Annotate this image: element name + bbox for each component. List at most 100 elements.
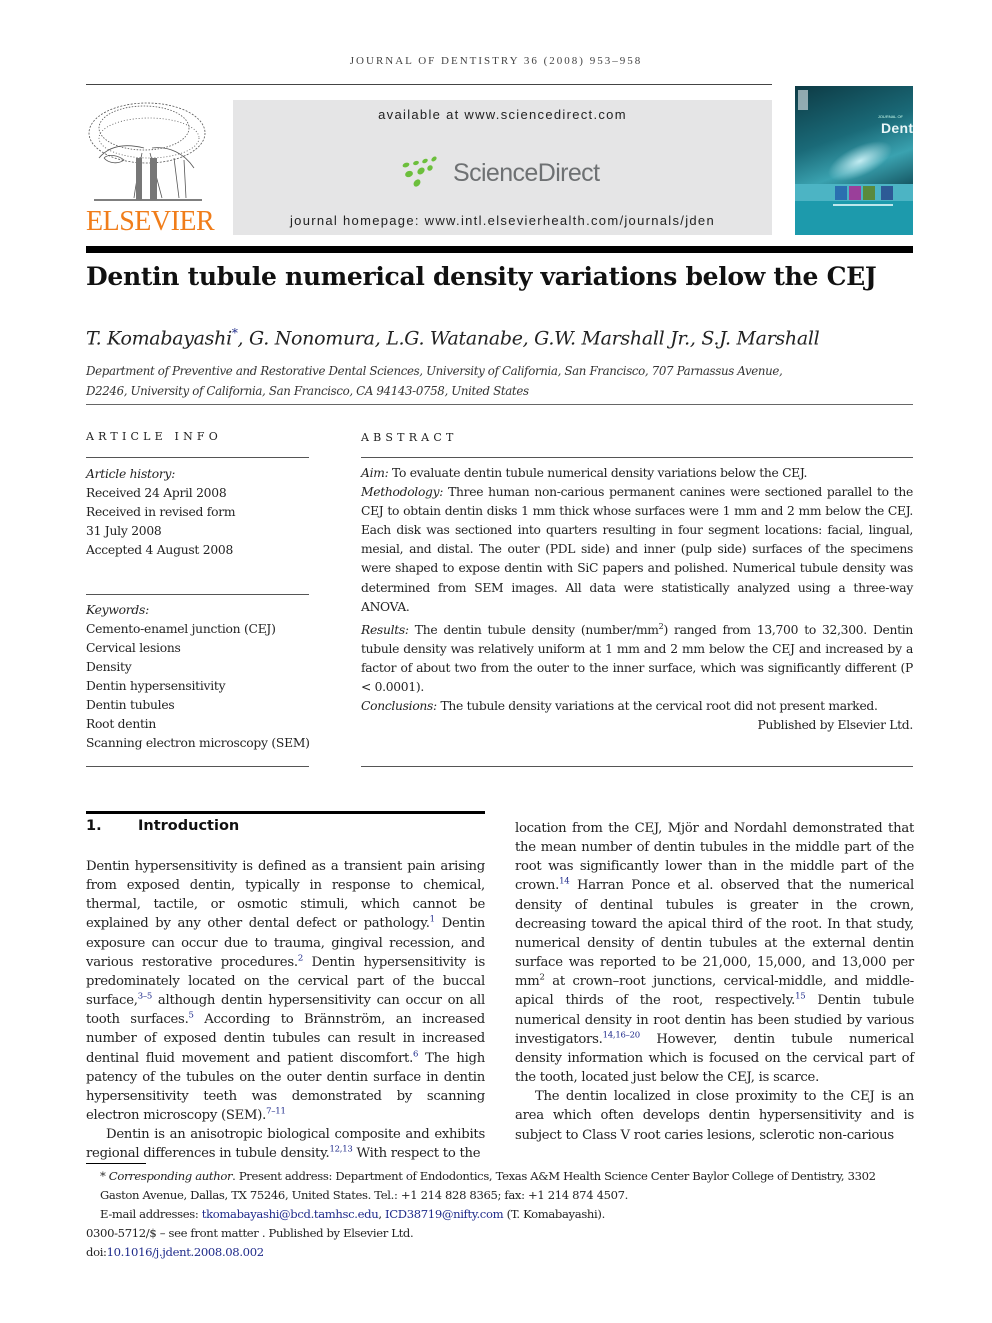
corresponding-author-note: * Corresponding author. Present address:… xyxy=(86,1167,914,1205)
cover-bottom xyxy=(795,201,913,235)
section-title: Introduction xyxy=(138,818,240,834)
abstract-label: Results: xyxy=(361,622,409,637)
section-rule xyxy=(86,811,485,814)
body-column-right: location from the CEJ, Mjör and Nordahl … xyxy=(515,819,914,1145)
sciencedirect-wordmark: ScienceDirect xyxy=(453,159,600,187)
history-item: Received in revised form xyxy=(86,505,236,519)
abstract-bottom-rule xyxy=(361,766,913,767)
copyright-line: 0300-5712/$ – see front matter . Publish… xyxy=(86,1226,414,1240)
text-run: Harran Ponce et al. observed that the nu… xyxy=(515,878,914,990)
cover-subtitle: JOURNAL OF xyxy=(877,114,903,119)
section-heading: 1. Introduction xyxy=(86,818,239,834)
cover-bottom-text xyxy=(833,204,893,206)
header-thick-rule xyxy=(86,246,913,253)
keyword-item: Cemento-enamel junction (CEJ) xyxy=(86,622,276,636)
sciencedirect-logo[interactable]: ScienceDirect xyxy=(399,155,609,195)
separator: , xyxy=(378,1207,386,1221)
abstract-label: Methodology: xyxy=(361,485,444,500)
publisher-note: Published by Elsevier Ltd. xyxy=(757,718,914,733)
history-label: Article history: xyxy=(86,467,176,481)
abstract-text: The tubule density variations at the cer… xyxy=(436,699,878,714)
cover-title: Dentistry xyxy=(881,120,913,136)
doi-label: doi: xyxy=(86,1245,107,1259)
abstract-text: Three human non-carious permanent canine… xyxy=(361,485,913,614)
email-note: E-mail addresses: tkomabayashi@bcd.tamhs… xyxy=(86,1205,914,1224)
elsevier-wordmark: ELSEVIER xyxy=(86,206,215,237)
journal-homepage-link[interactable]: journal homepage: www.intl.elsevierhealt… xyxy=(233,213,772,228)
citation-link[interactable]: 14 xyxy=(559,877,570,887)
keywords: Keywords: Cemento-enamel junction (CEJ) … xyxy=(86,601,310,753)
abstract-heading: ABSTRACT xyxy=(361,431,458,444)
text-run: Dentin hypersensitivity is defined as a … xyxy=(86,859,485,932)
abstract-aim: Aim: To evaluate dentin tubule numerical… xyxy=(361,464,913,483)
keyword-item: Dentin hypersensitivity xyxy=(86,679,226,693)
doi-line: doi:10.1016/j.jdent.2008.08.002 xyxy=(86,1243,914,1262)
cover-thumbnail xyxy=(881,186,893,200)
keyword-item: Density xyxy=(86,660,132,674)
journal-cover-image[interactable]: JOURNAL OF Dentistry xyxy=(795,86,913,235)
citation-link[interactable]: 14,16–20 xyxy=(603,1030,641,1040)
keywords-rule xyxy=(86,594,309,595)
paragraph: The dentin localized in close proximity … xyxy=(515,1089,914,1143)
author-first: T. Komabayashi xyxy=(86,327,232,350)
sciencedirect-dots-icon xyxy=(402,156,437,187)
affiliation: Department of Preventive and Restorative… xyxy=(86,361,846,401)
keyword-item: Scanning electron microscopy (SEM) xyxy=(86,736,310,750)
email-label: E-mail addresses: xyxy=(100,1207,202,1221)
affiliation-rule xyxy=(86,404,913,405)
article-info-heading: ARTICLE INFO xyxy=(86,430,222,443)
sciencedirect-banner: available at www.sciencedirect.com Scien… xyxy=(233,100,772,235)
footnote-mark: * xyxy=(100,1169,106,1183)
paragraph: Dentin hypersensitivity is defined as a … xyxy=(86,857,485,1125)
keywords-label: Keywords: xyxy=(86,603,149,617)
paragraph: Dentin is an anisotropic biological comp… xyxy=(86,1125,485,1163)
citation-link[interactable]: 15 xyxy=(795,992,806,1002)
header-rule xyxy=(86,84,772,85)
abstract-label: Conclusions: xyxy=(361,699,437,714)
keyword-item: Dentin tubules xyxy=(86,698,175,712)
abstract-results: Results: The dentin tubule density (numb… xyxy=(361,617,913,697)
body-column-left: Dentin hypersensitivity is defined as a … xyxy=(86,857,485,1164)
cover-publisher-stamp xyxy=(798,90,808,110)
abstract-text: The dentin tubule density (number/mm xyxy=(408,622,659,637)
affiliation-line: D2246, University of California, San Fra… xyxy=(86,384,529,398)
history-item: Received 24 April 2008 xyxy=(86,486,227,500)
keyword-item: Root dentin xyxy=(86,717,157,731)
article-info-bottom-rule xyxy=(86,766,309,767)
cover-glow xyxy=(821,132,899,190)
doi-link[interactable]: 10.1016/j.jdent.2008.08.002 xyxy=(107,1245,264,1259)
email-owner: (T. Komabayashi). xyxy=(503,1207,606,1221)
abstract-body: Aim: To evaluate dentin tubule numerical… xyxy=(361,464,913,735)
text-run: With respect to the xyxy=(352,1146,481,1162)
cover-thumbnail xyxy=(863,186,875,200)
keyword-item: Cervical lesions xyxy=(86,641,181,655)
article-info-rule xyxy=(86,457,309,458)
author-list: T. Komabayashi*, G. Nonomura, L.G. Watan… xyxy=(86,326,820,350)
history-item: 31 July 2008 xyxy=(86,524,162,538)
citation-link[interactable]: 12,13 xyxy=(329,1145,352,1155)
history-item: Accepted 4 August 2008 xyxy=(86,543,234,557)
abstract-conclusions: Conclusions: The tubule density variatio… xyxy=(361,697,913,716)
footnote-label: Corresponding author xyxy=(108,1169,233,1183)
abstract-rule xyxy=(361,457,913,458)
affiliation-line: Department of Preventive and Restorative… xyxy=(86,364,783,378)
elsevier-logo[interactable]: ELSEVIER xyxy=(84,98,215,238)
abstract-label: Aim: xyxy=(361,466,389,480)
email-link[interactable]: ICD38719@nifty.com xyxy=(385,1207,504,1221)
article-title: Dentin tubule numerical density variatio… xyxy=(86,262,877,291)
cover-thumbnail xyxy=(835,186,847,200)
citation-link[interactable]: 7–11 xyxy=(266,1107,286,1117)
abstract-text: To evaluate dentin tubule numerical dens… xyxy=(388,466,808,480)
author-rest: , G. Nonomura, L.G. Watanabe, G.W. Marsh… xyxy=(237,327,820,350)
footnote-rule xyxy=(86,1163,146,1164)
article-history: Article history: Received 24 April 2008 … xyxy=(86,465,310,560)
running-head: JOURNAL OF DENTISTRY 36 (2008) 953–958 xyxy=(349,55,643,67)
citation-link[interactable]: 3–5 xyxy=(138,992,153,1002)
email-link[interactable]: tkomabayashi@bcd.tamhsc.edu xyxy=(202,1207,379,1221)
footnotes: * Corresponding author. Present address:… xyxy=(86,1167,914,1262)
available-at-link[interactable]: available at www.sciencedirect.com xyxy=(233,107,772,122)
cover-thumbnail xyxy=(849,186,861,200)
paragraph: location from the CEJ, Mjör and Nordahl … xyxy=(515,819,914,1087)
section-number: 1. xyxy=(86,818,102,834)
elsevier-tree-icon xyxy=(88,102,206,201)
